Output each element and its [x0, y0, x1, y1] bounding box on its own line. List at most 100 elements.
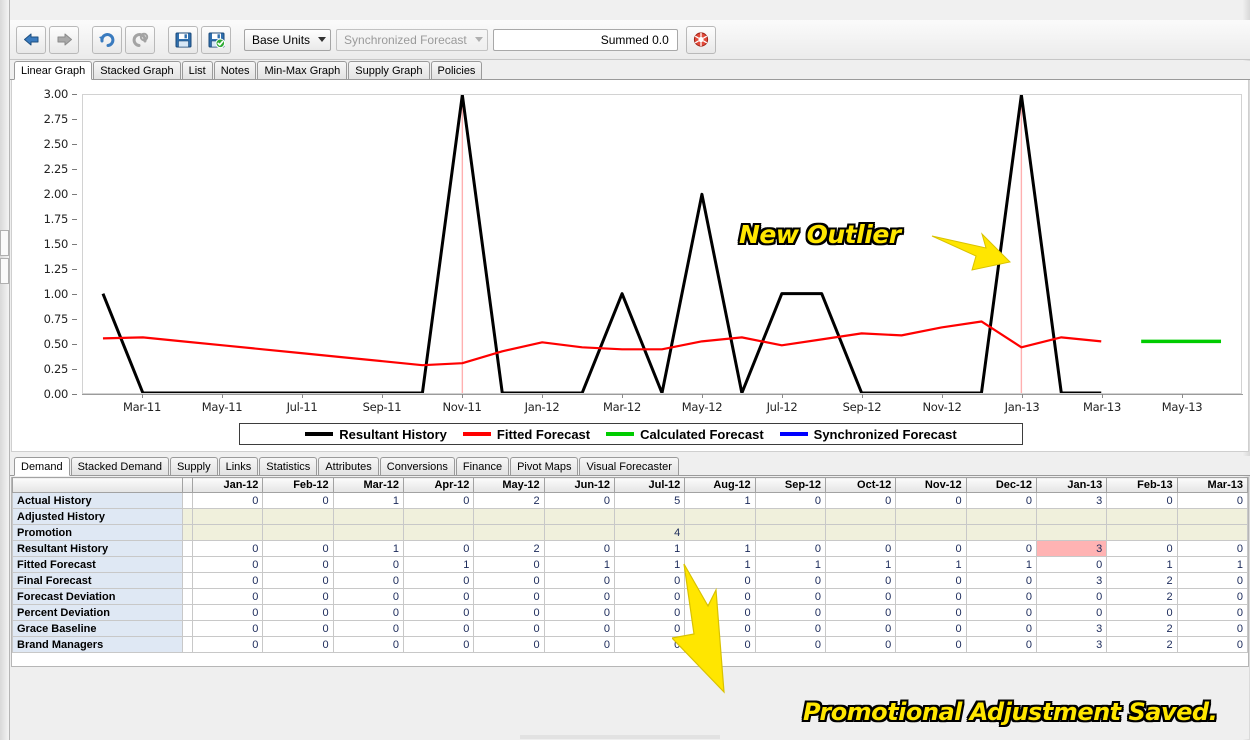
table-cell[interactable] — [684, 524, 756, 541]
table-cell[interactable]: 1 — [965, 556, 1037, 573]
table-column-header[interactable]: Oct-12 — [824, 477, 897, 493]
table-cell[interactable]: 0 — [1176, 492, 1248, 509]
table-partial-cell[interactable] — [182, 572, 193, 589]
table-partial-column-header[interactable] — [182, 477, 193, 493]
table-partial-cell[interactable] — [182, 604, 193, 621]
table-partial-cell[interactable] — [182, 588, 193, 605]
table-cell[interactable]: 0 — [262, 604, 334, 621]
table-cell[interactable] — [1106, 524, 1178, 541]
table-cell[interactable] — [402, 508, 475, 525]
table-cell[interactable]: 0 — [543, 572, 615, 589]
table-cell[interactable]: 0 — [965, 588, 1037, 605]
table-cell[interactable]: 0 — [473, 604, 545, 621]
table-cell[interactable]: 0 — [332, 620, 404, 637]
table-cell[interactable]: 3 — [1035, 572, 1108, 589]
table-cell[interactable]: 2 — [473, 540, 545, 557]
table-partial-cell[interactable] — [182, 636, 193, 653]
table-cell[interactable]: 0 — [965, 604, 1037, 621]
tab-notes[interactable]: Notes — [213, 61, 257, 79]
save-button[interactable] — [168, 25, 198, 54]
table-cell[interactable] — [824, 524, 897, 541]
table-cell[interactable] — [473, 524, 545, 541]
table-cell[interactable]: 0 — [1176, 604, 1248, 621]
table-cell[interactable]: 0 — [262, 636, 334, 653]
table-cell[interactable]: 0 — [262, 572, 334, 589]
table-cell[interactable] — [754, 524, 826, 541]
table-cell[interactable]: 0 — [1176, 540, 1248, 557]
table-cell[interactable]: 2 — [1106, 588, 1178, 605]
table-cell[interactable] — [1035, 524, 1108, 541]
table-partial-cell[interactable] — [182, 524, 193, 541]
table-cell[interactable]: 0 — [191, 492, 264, 509]
table-cell[interactable] — [754, 508, 826, 525]
tab-linear-graph[interactable]: Linear Graph — [14, 61, 93, 80]
table-row[interactable]: Brand Managers 0 0 0 0 0 0 0 0 0 0 0 0 3 2 0 — [12, 636, 1248, 653]
legend-item-resultant-history[interactable]: Resultant History — [305, 427, 447, 442]
table-cell[interactable]: 0 — [543, 636, 615, 653]
table-cell[interactable]: 0 — [543, 620, 615, 637]
table-cell[interactable]: 0 — [965, 492, 1037, 509]
table-cell[interactable]: 0 — [262, 620, 334, 637]
table-cell[interactable] — [332, 524, 404, 541]
table-cell[interactable]: 1 — [543, 556, 615, 573]
table-cell[interactable]: 0 — [332, 572, 404, 589]
table-column-header[interactable]: Nov-12 — [895, 477, 967, 493]
table-column-header[interactable]: Sep-12 — [754, 477, 826, 493]
table-cell[interactable]: 0 — [473, 556, 545, 573]
table-cell[interactable]: 1 — [684, 540, 756, 557]
tab-conversions[interactable]: Conversions — [379, 457, 455, 475]
table-cell[interactable] — [1106, 508, 1178, 525]
tab-min-max-graph[interactable]: Min-Max Graph — [257, 61, 348, 79]
table-column-header[interactable]: Feb-12 — [262, 477, 334, 493]
table-column-header[interactable]: Apr-12 — [402, 477, 475, 493]
table-partial-cell[interactable] — [182, 492, 193, 509]
table-cell[interactable]: 2 — [473, 492, 545, 509]
table-cell[interactable]: 0 — [402, 572, 475, 589]
table-row[interactable]: Promotion 4 — [12, 524, 1248, 541]
table-cell[interactable]: 0 — [191, 588, 264, 605]
table-cell[interactable] — [543, 524, 615, 541]
table-column-header[interactable]: Jul-12 — [613, 477, 686, 493]
demand-data-grid[interactable]: Jan-12 Feb-12 Mar-12 Apr-12 May-12 Jun-12 Jul-… — [11, 477, 1249, 667]
table-cell[interactable]: 0 — [543, 492, 615, 509]
table-cell[interactable]: 1 — [1176, 556, 1248, 573]
table-cell[interactable]: 0 — [402, 588, 475, 605]
table-column-header[interactable]: Feb-13 — [1106, 477, 1178, 493]
table-cell[interactable]: 0 — [473, 572, 545, 589]
save-validate-button[interactable] — [201, 25, 231, 54]
table-cell[interactable]: 1 — [895, 556, 967, 573]
table-cell[interactable]: 0 — [473, 636, 545, 653]
table-cell[interactable]: 0 — [473, 588, 545, 605]
table-cell[interactable]: 0 — [824, 604, 897, 621]
tab-attributes[interactable]: Attributes — [318, 457, 379, 475]
table-cell[interactable]: 0 — [191, 636, 264, 653]
table-cell[interactable]: 0 — [1106, 604, 1178, 621]
table-cell[interactable]: 0 — [191, 556, 264, 573]
table-cell[interactable]: 0 — [895, 620, 967, 637]
forecast-combo[interactable]: Synchronized Forecast — [336, 28, 488, 51]
table-cell[interactable]: 0 — [895, 572, 967, 589]
table-cell[interactable]: 0 — [1035, 588, 1108, 605]
tab-demand[interactable]: Demand — [14, 457, 70, 476]
table-cell[interactable] — [262, 524, 334, 541]
table-cell[interactable] — [332, 508, 404, 525]
table-cell[interactable]: 0 — [332, 556, 404, 573]
table-cell[interactable]: 0 — [824, 492, 897, 509]
table-cell[interactable]: 0 — [824, 588, 897, 605]
table-cell[interactable]: 0 — [824, 620, 897, 637]
legend-item-calculated-forecast[interactable]: Calculated Forecast — [606, 427, 764, 442]
table-cell[interactable]: 0 — [402, 636, 475, 653]
table-cell[interactable] — [965, 508, 1037, 525]
table-cell[interactable]: 0 — [754, 540, 826, 557]
table-cell[interactable] — [965, 524, 1037, 541]
table-cell[interactable]: 0 — [332, 604, 404, 621]
table-cell[interactable]: 0 — [402, 492, 475, 509]
table-cell[interactable]: 0 — [1176, 636, 1248, 653]
table-cell[interactable] — [613, 508, 686, 525]
table-cell[interactable]: 0 — [895, 636, 967, 653]
tab-supply-graph[interactable]: Supply Graph — [348, 61, 430, 79]
table-cell[interactable]: 3 — [1035, 636, 1108, 653]
refresh-button[interactable] — [685, 25, 716, 54]
table-cell[interactable]: 0 — [1035, 556, 1108, 573]
redo-button[interactable] — [125, 25, 155, 54]
